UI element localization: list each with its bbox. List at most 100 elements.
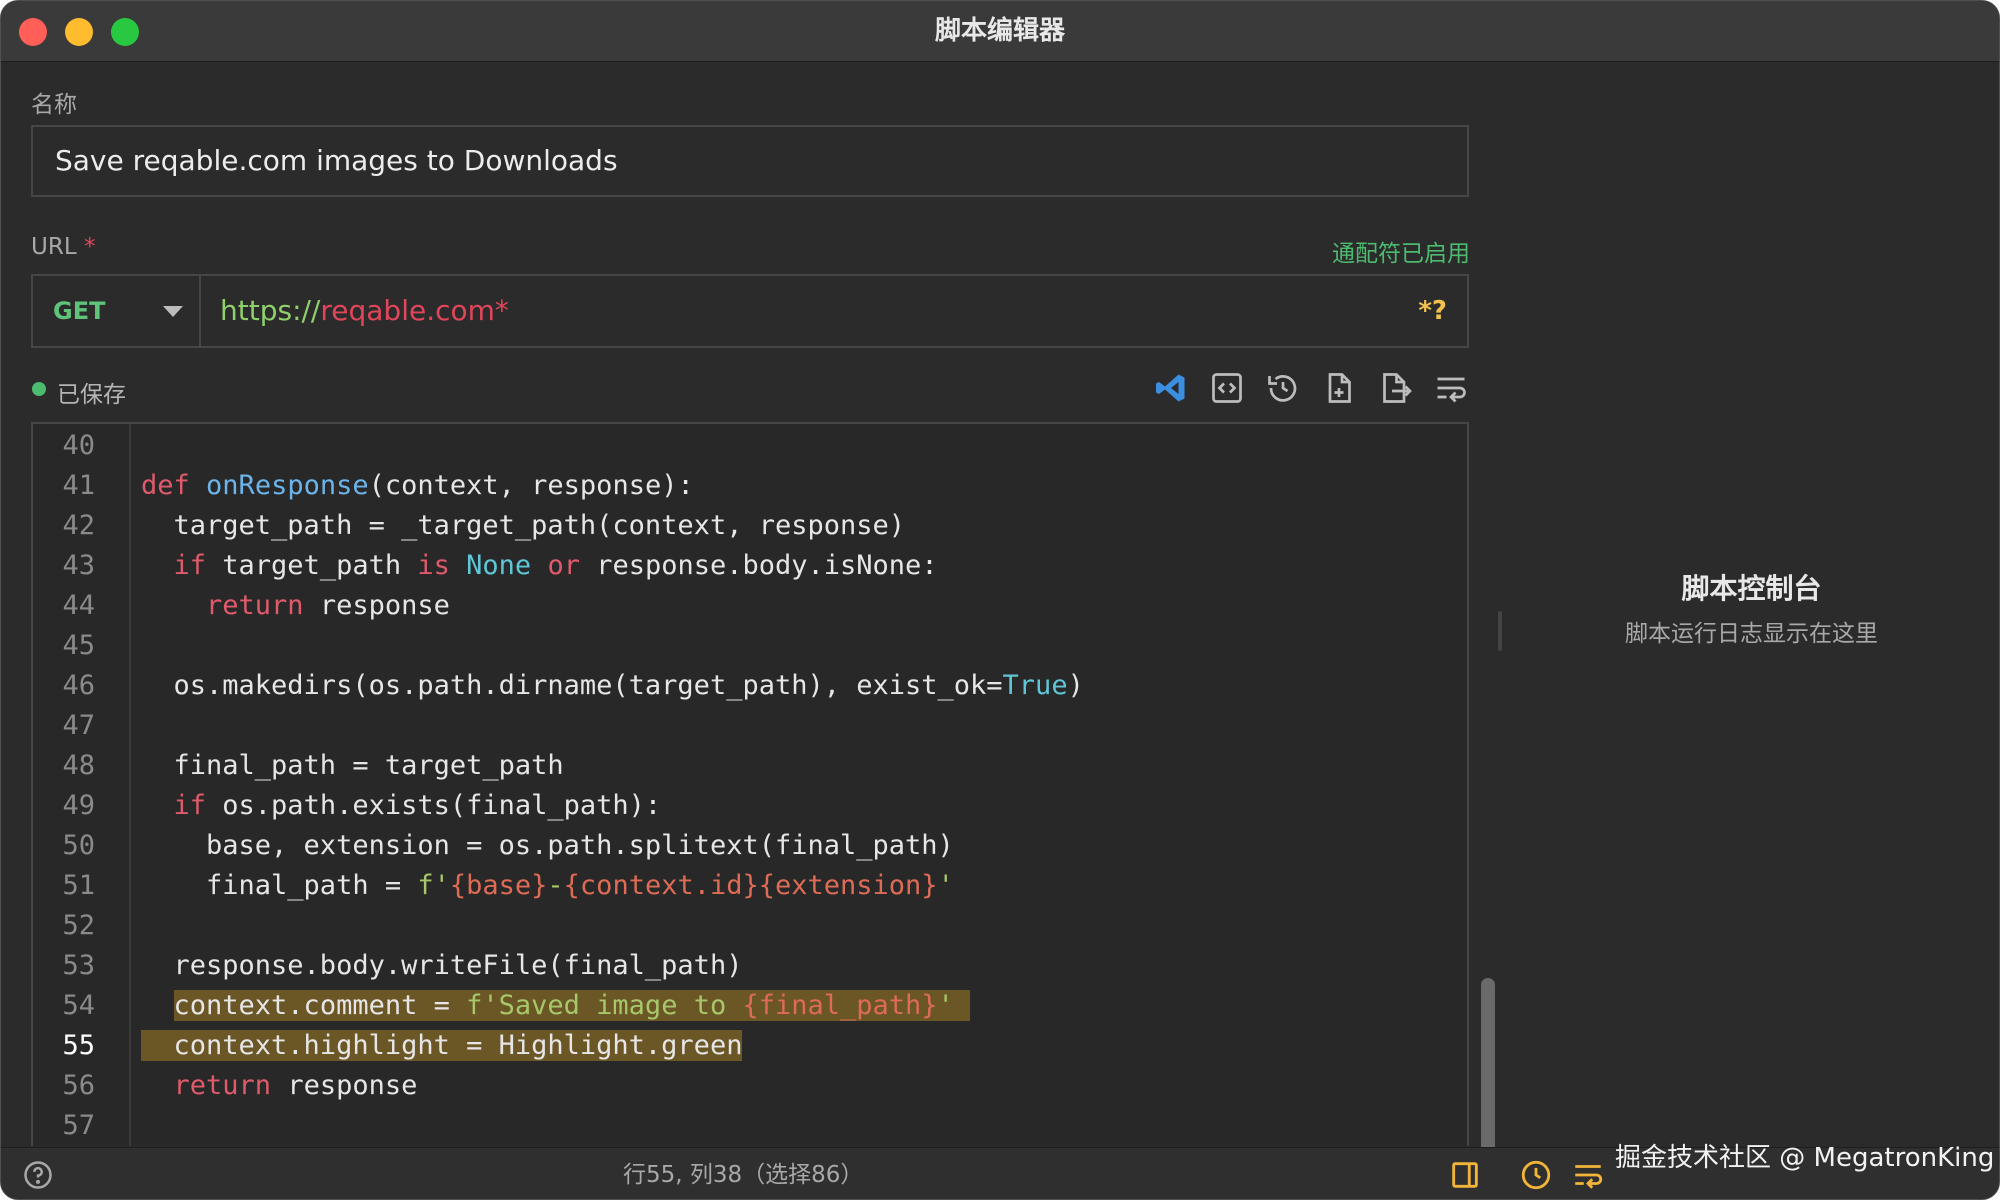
- code-line[interactable]: 49 if os.path.exists(final_path):: [33, 786, 1463, 826]
- line-code: os.makedirs(os.path.dirname(target_path)…: [141, 666, 1084, 706]
- wrap-lines-icon[interactable]: [1571, 1158, 1605, 1192]
- line-number: 57: [62, 1110, 95, 1141]
- line-number: 44: [62, 590, 95, 621]
- code-token: onResponse: [206, 470, 369, 501]
- code-token: return: [206, 590, 304, 621]
- code-line[interactable]: 50 base, extension = os.path.splitext(fi…: [33, 826, 1463, 866]
- code-token: context.highlight = Highlight.green: [141, 1030, 743, 1061]
- line-code: if target_path is None or response.body.…: [141, 546, 938, 586]
- line-number: 53: [62, 950, 95, 981]
- vscode-icon[interactable]: [1151, 368, 1191, 408]
- method-select[interactable]: GET: [33, 276, 201, 346]
- name-input[interactable]: Save reqable.com images to Downloads: [31, 125, 1469, 197]
- name-label: 名称: [31, 92, 77, 118]
- clock-icon[interactable]: [1519, 1158, 1553, 1192]
- code-line[interactable]: 57: [33, 1106, 1463, 1146]
- code-line[interactable]: 55 context.highlight = Highlight.green: [33, 1026, 1463, 1066]
- line-number: 42: [62, 510, 95, 541]
- code-line[interactable]: 56 return response: [33, 1066, 1463, 1106]
- code-token: ': [937, 990, 954, 1021]
- code-token: {final_path}: [742, 990, 938, 1021]
- line-code: context.highlight = Highlight.green: [141, 1026, 743, 1066]
- code-line[interactable]: 43 if target_path is None or response.bo…: [33, 546, 1463, 586]
- line-code: if os.path.exists(final_path):: [141, 786, 662, 826]
- history-icon[interactable]: [1263, 368, 1303, 408]
- code-token: {base}: [449, 870, 548, 901]
- code-line[interactable]: 41 def onResponse(context, response):: [33, 466, 1463, 506]
- code-token: os.makedirs(os.path.dirname(target_path)…: [141, 670, 1003, 701]
- line-number: 41: [62, 470, 95, 501]
- console-panel: 脚本控制台 脚本运行日志显示在这里: [1502, 62, 1999, 1147]
- code-token: f'Saved image to: [466, 990, 743, 1021]
- code-line[interactable]: 51 final_path = f'{base}-{context.id}{ex…: [33, 866, 1463, 906]
- code-token: def: [141, 470, 190, 501]
- line-number: 45: [62, 630, 95, 661]
- line-number: 48: [62, 750, 95, 781]
- line-number: 55: [62, 1030, 95, 1061]
- import-file-icon[interactable]: [1319, 368, 1359, 408]
- saved-status-dot: [32, 382, 46, 396]
- console-title: 脚本控制台: [1681, 572, 1822, 605]
- line-code: target_path = _target_path(context, resp…: [141, 506, 906, 546]
- line-code: context.comment = f'Saved image to {fina…: [141, 986, 971, 1026]
- export-file-icon[interactable]: [1375, 368, 1415, 408]
- console-placeholder: 脚本运行日志显示在这里: [1625, 621, 1878, 647]
- line-code: return response: [141, 586, 450, 626]
- code-line[interactable]: 53 response.body.writeFile(final_path): [33, 946, 1463, 986]
- code-token: None: [466, 550, 532, 581]
- help-icon[interactable]: [23, 1160, 53, 1190]
- code-token: or: [547, 550, 580, 581]
- code-line[interactable]: 54 context.comment = f'Saved image to {f…: [33, 986, 1463, 1026]
- code-token: response: [303, 590, 450, 621]
- editor-panel: 名称 Save reqable.com images to Downloads …: [1, 62, 1500, 1199]
- code-token: final_path = target_path: [141, 750, 564, 781]
- line-number: 51: [62, 870, 95, 901]
- line-code: base, extension = os.path.splitext(final…: [141, 826, 954, 866]
- code-token: {extension}: [758, 870, 938, 901]
- url-row: GET https://reqable.com* *?: [31, 274, 1469, 348]
- code-token: f': [417, 870, 450, 901]
- code-line[interactable]: 45: [33, 626, 1463, 666]
- method-value: GET: [53, 297, 106, 325]
- code-line[interactable]: 52: [33, 906, 1463, 946]
- code-line[interactable]: 42 target_path = _target_path(context, r…: [33, 506, 1463, 546]
- code-line[interactable]: 48 final_path = target_path: [33, 746, 1463, 786]
- code-token: if: [173, 790, 207, 821]
- window-title: 脚本编辑器: [934, 16, 1065, 46]
- code-line[interactable]: 44 return response: [33, 586, 1463, 626]
- url-label-text: URL: [31, 234, 77, 260]
- line-number: 46: [62, 670, 95, 701]
- cursor-position: 行55, 列38（选择86）: [623, 1162, 864, 1188]
- code-token: response: [271, 1070, 418, 1101]
- url-input[interactable]: https://reqable.com*: [220, 276, 509, 346]
- saved-status-text: 已保存: [57, 382, 126, 408]
- wildcard-toggle-button[interactable]: *?: [1418, 276, 1447, 346]
- line-number: 56: [62, 1070, 95, 1101]
- code-line[interactable]: 47: [33, 706, 1463, 746]
- code-editor[interactable]: 40 41 def onResponse(context, response): 42…: [31, 422, 1469, 1146]
- name-value: Save reqable.com images to Downloads: [55, 144, 618, 177]
- url-scheme: https://: [220, 294, 321, 327]
- line-code: final_path = target_path: [141, 746, 564, 786]
- code-token: target_path: [206, 550, 418, 581]
- toggle-panel-icon[interactable]: [1448, 1158, 1482, 1192]
- title-bar: 脚本编辑器: [1, 1, 1999, 62]
- code-token: os.path.exists(final_path):: [206, 790, 662, 821]
- code-line[interactable]: 40: [33, 426, 1463, 466]
- line-code: final_path = f'{base}-{context.id}{exten…: [141, 866, 954, 906]
- watermark: 掘金技术社区 @ MegatronKing: [1615, 1143, 1995, 1173]
- code-block-icon[interactable]: [1207, 368, 1247, 408]
- code-token: ): [1067, 670, 1084, 701]
- word-wrap-icon[interactable]: [1431, 368, 1471, 408]
- wildcard-status: 通配符已启用: [1332, 241, 1470, 267]
- code-token: -: [547, 870, 564, 901]
- line-number: 40: [62, 430, 95, 461]
- code-token: True: [1002, 670, 1068, 701]
- caret-down-icon: [163, 306, 183, 317]
- code-line[interactable]: 46 os.makedirs(os.path.dirname(target_pa…: [33, 666, 1463, 706]
